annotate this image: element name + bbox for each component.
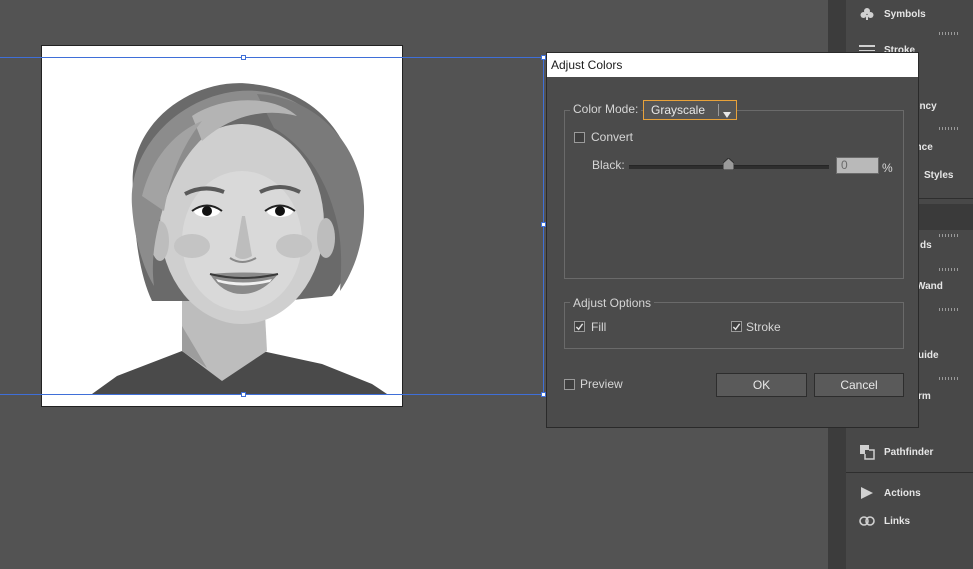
selection-handle-top[interactable] xyxy=(241,55,246,60)
black-slider-thumb[interactable] xyxy=(722,157,735,173)
portrait-artwork[interactable] xyxy=(42,46,402,406)
color-mode-label: Color Mode: xyxy=(570,102,642,116)
selection-top-edge xyxy=(0,57,543,58)
panel-label: uide xyxy=(918,349,939,361)
panel-links[interactable]: Links xyxy=(846,509,973,533)
panel-actions[interactable]: Actions xyxy=(846,481,973,505)
panel-grip[interactable] xyxy=(939,268,959,271)
select-divider xyxy=(718,104,719,116)
preview-label: Preview xyxy=(580,377,623,391)
cancel-button[interactable]: Cancel xyxy=(814,373,904,397)
color-mode-select[interactable]: Grayscale xyxy=(643,100,737,120)
panel-label: Links xyxy=(884,515,911,527)
adjust-options-label: Adjust Options xyxy=(570,296,655,310)
panel-grip[interactable] xyxy=(939,32,959,35)
panel-pathfinder[interactable]: Pathfinder xyxy=(846,440,973,464)
selection-handle-bottom[interactable] xyxy=(241,392,246,397)
convert-checkbox[interactable] xyxy=(574,132,585,143)
fill-label: Fill xyxy=(591,320,607,334)
panel-grip[interactable] xyxy=(939,127,959,130)
link-icon xyxy=(858,513,876,529)
pathfinder-icon xyxy=(858,444,876,460)
preview-checkbox[interactable] xyxy=(564,379,575,390)
adjust-colors-dialog: Adjust Colors Color Mode: Grayscale Conv… xyxy=(546,52,919,428)
panel-label: Actions xyxy=(884,487,921,499)
selection-bottom-edge xyxy=(0,394,543,395)
panel-symbols[interactable]: Symbols xyxy=(846,0,973,28)
panel-label: rm xyxy=(918,390,931,402)
play-icon xyxy=(858,485,876,501)
fill-checkbox[interactable] xyxy=(574,321,585,332)
panel-separator xyxy=(846,472,973,473)
convert-label: Convert xyxy=(591,130,634,144)
color-mode-value: Grayscale xyxy=(651,103,706,117)
black-label: Black: xyxy=(592,158,625,172)
club-icon xyxy=(858,6,876,22)
panel-label: Symbols xyxy=(884,8,926,20)
panel-grip[interactable] xyxy=(939,308,959,311)
panel-label: Wand xyxy=(916,280,943,292)
stroke-label: Stroke xyxy=(746,320,781,334)
panel-grip[interactable] xyxy=(939,377,959,380)
ok-button[interactable]: OK xyxy=(716,373,807,397)
artboard[interactable] xyxy=(41,45,403,407)
panel-label: Pathfinder xyxy=(884,446,934,458)
panel-label: Styles xyxy=(924,169,954,181)
chevron-down-icon xyxy=(723,107,731,121)
dialog-title[interactable]: Adjust Colors xyxy=(547,53,918,77)
black-value-input[interactable]: 0 xyxy=(836,157,879,174)
black-unit: % xyxy=(882,161,893,175)
stroke-checkbox[interactable] xyxy=(731,321,742,332)
panel-label: ds xyxy=(920,239,932,251)
